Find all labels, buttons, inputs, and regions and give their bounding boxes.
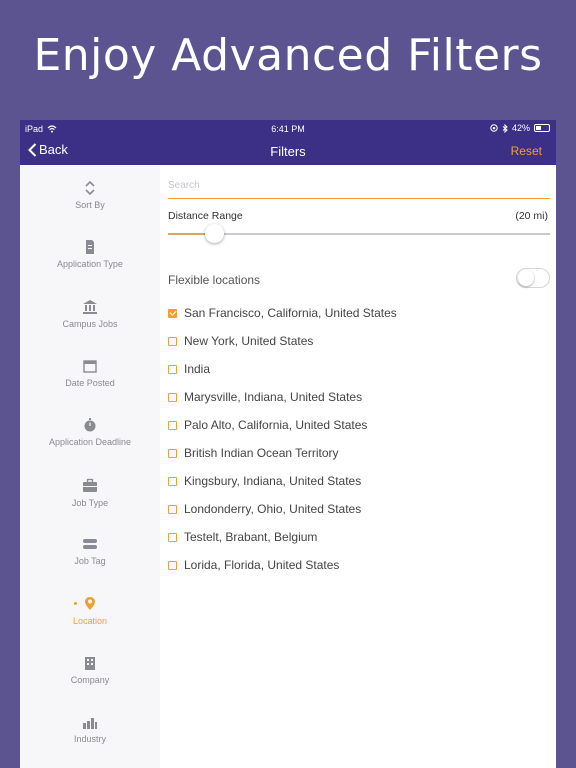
location-checkbox[interactable] (168, 476, 177, 486)
toggle-knob (518, 270, 534, 286)
sidebar-item-label: Location (72, 616, 108, 626)
location-item[interactable]: Testelt, Brabant, Belgium (168, 529, 317, 545)
location-item[interactable]: New York, United States (168, 333, 313, 349)
location-checkbox[interactable] (168, 364, 177, 374)
orientation-lock-icon (490, 124, 498, 132)
sidebar-item-label: Sort By (75, 200, 105, 210)
briefcase-icon (83, 478, 97, 492)
location-item[interactable]: Lorida, Florida, United States (168, 557, 339, 573)
sidebar-item-location[interactable]: Location (20, 596, 160, 626)
sidebar-item-sort-by[interactable]: Sort By (20, 180, 160, 210)
sidebar-item-label: Campus Jobs (62, 319, 118, 329)
sidebar-item-label: Industry (73, 734, 106, 744)
sidebar-item-label: Company (70, 675, 110, 685)
sidebar-item-label: Job Tag (74, 556, 106, 566)
sidebar-item-label: Job Type (71, 498, 109, 508)
filter-category-sidebar: Sort By Application Type Campus Jobs Dat… (20, 165, 160, 768)
sidebar-item-job-type[interactable]: Job Type (20, 478, 160, 508)
sort-icon (85, 180, 95, 196)
location-checkbox[interactable] (168, 336, 177, 346)
location-name: British Indian Ocean Territory (184, 446, 339, 460)
sidebar-item-label: Application Type (57, 259, 123, 269)
search-input[interactable] (168, 173, 550, 199)
location-checkbox[interactable] (168, 504, 177, 514)
flexible-locations-label: Flexible locations (168, 273, 261, 287)
ipad-screen: iPad 6:41 PM 42% Back Filters Reset Sort… (20, 120, 556, 768)
location-name: India (184, 362, 211, 376)
location-item[interactable]: India (168, 361, 210, 377)
location-item[interactable]: Palo Alto, California, United States (168, 417, 367, 433)
location-checkbox[interactable] (168, 392, 177, 402)
location-name: Testelt, Brabant, Belgium (184, 530, 318, 544)
location-name: Palo Alto, California, United States (184, 418, 368, 432)
distance-range-label: Distance Range (168, 210, 243, 222)
building-icon (85, 657, 95, 670)
location-item[interactable]: Kingsbury, Indiana, United States (168, 473, 361, 489)
location-name: New York, United States (184, 334, 314, 348)
distance-slider-thumb[interactable] (204, 224, 224, 243)
sidebar-item-job-tag[interactable]: Job Tag (20, 536, 160, 566)
location-name: Kingsbury, Indiana, United States (184, 474, 362, 488)
industry-icon (83, 718, 97, 729)
location-item[interactable]: San Francisco, California, United States (168, 305, 397, 321)
sidebar-item-label: Date Posted (65, 378, 115, 388)
sidebar-item-label: Application Deadline (48, 437, 132, 447)
location-checkbox[interactable] (168, 420, 177, 430)
campus-icon (83, 300, 97, 314)
status-time: 6:41 PM (271, 124, 305, 134)
location-name: Lorida, Florida, United States (184, 558, 340, 572)
calendar-icon (83, 360, 97, 373)
battery-percent: 42% (511, 123, 530, 133)
stopwatch-icon (84, 418, 96, 432)
location-filter-panel: Distance Range (20 mi) Flexible location… (168, 165, 550, 768)
location-name: San Francisco, California, United States (184, 306, 397, 320)
status-bar: iPad 6:41 PM 42% (20, 120, 556, 137)
distance-range-value: (20 mi) (515, 210, 548, 222)
location-checkbox[interactable] (168, 560, 177, 570)
nav-bar: Back Filters Reset (20, 137, 556, 165)
reset-button[interactable]: Reset (511, 144, 542, 158)
location-pin-icon (85, 597, 95, 610)
location-checkbox[interactable] (168, 308, 177, 318)
sidebar-item-industry[interactable]: Industry (20, 714, 160, 744)
promo-headline: Enjoy Advanced Filters (33, 30, 543, 81)
sidebar-item-application-deadline[interactable]: Application Deadline (20, 417, 160, 447)
location-name: Londonderry, Ohio, United States (184, 502, 362, 516)
location-name: Marysville, Indiana, United States (184, 390, 363, 404)
document-icon (86, 240, 94, 254)
distance-slider[interactable] (168, 224, 550, 243)
location-item[interactable]: British Indian Ocean Territory (168, 445, 339, 461)
sidebar-item-company[interactable]: Company (20, 655, 160, 685)
page-title: Filters (270, 144, 306, 159)
sidebar-item-application-type[interactable]: Application Type (20, 239, 160, 269)
tag-icon (83, 539, 97, 549)
location-item[interactable]: Marysville, Indiana, United States (168, 389, 362, 405)
bluetooth-icon (502, 123, 508, 133)
battery-icon (534, 124, 550, 132)
active-indicator (74, 602, 77, 605)
sidebar-item-date-posted[interactable]: Date Posted (20, 358, 160, 388)
sidebar-item-campus-jobs[interactable]: Campus Jobs (20, 299, 160, 329)
location-checkbox[interactable] (168, 532, 177, 542)
flexible-locations-toggle[interactable] (516, 268, 550, 288)
location-checkbox[interactable] (168, 448, 177, 458)
location-item[interactable]: Londonderry, Ohio, United States (168, 501, 361, 517)
